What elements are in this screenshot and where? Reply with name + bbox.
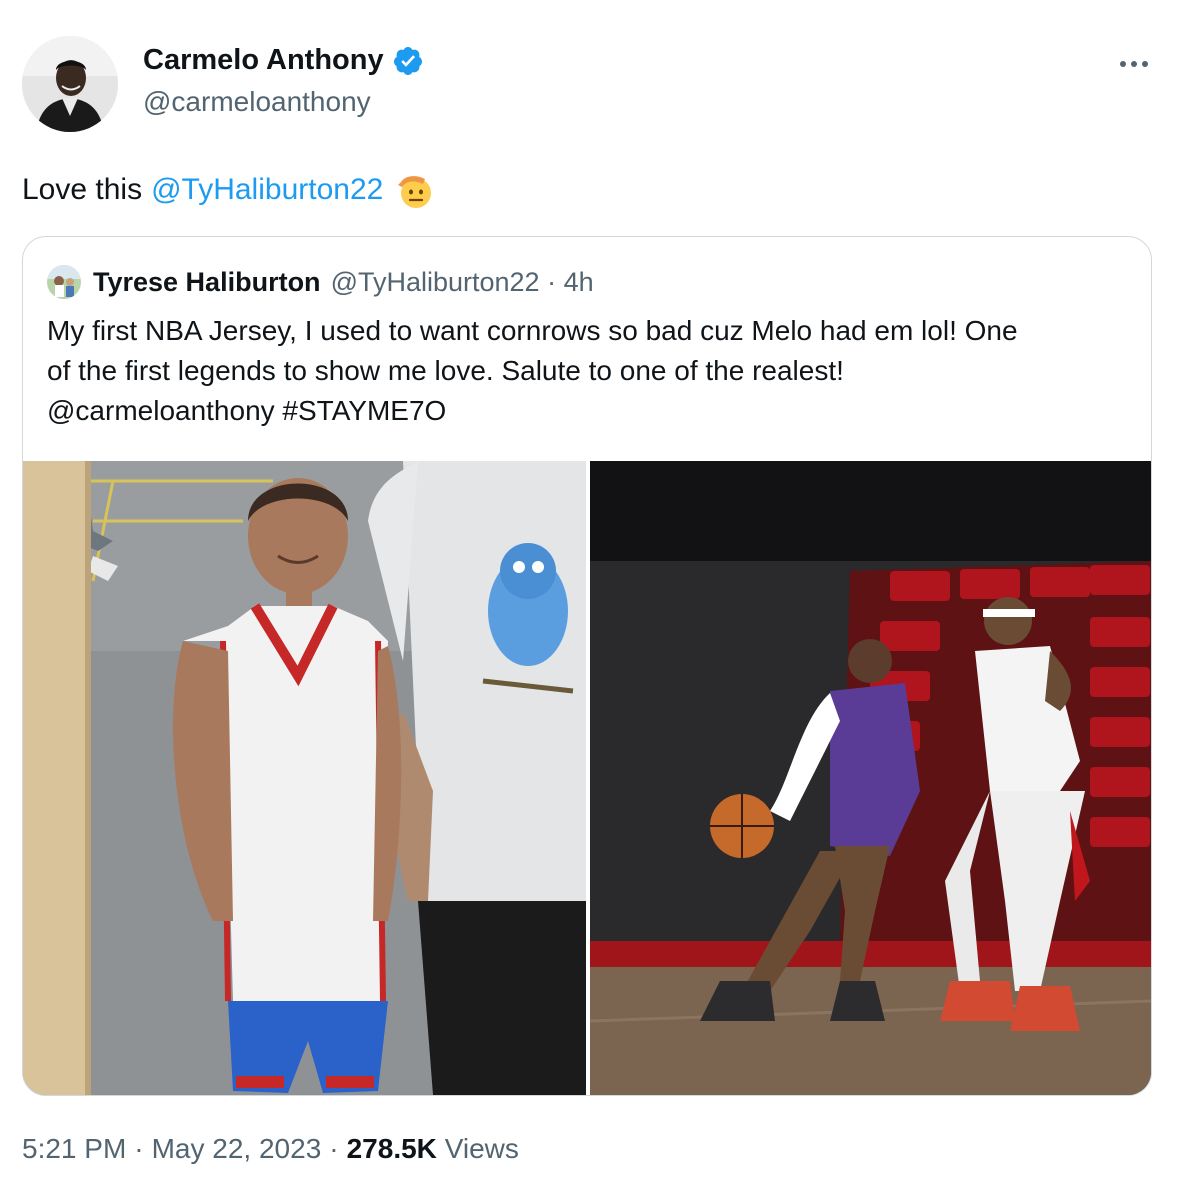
more-horizontal-icon[interactable] bbox=[1115, 50, 1153, 78]
game-action-photo[interactable] bbox=[590, 461, 1151, 1095]
quoted-tweet-card[interactable]: Tyrese Haliburton @TyHaliburton22 · 4h M… bbox=[22, 236, 1152, 1096]
tweet-text-prefix: Love this bbox=[22, 173, 143, 206]
author-avatar[interactable] bbox=[22, 36, 118, 132]
views-count[interactable]: 278.5K bbox=[347, 1133, 437, 1164]
tweet-footer: 5:21 PM · May 22, 2023 · 278.5K Views bbox=[22, 1133, 519, 1165]
quoted-dot-separator: · bbox=[539, 266, 564, 297]
quoted-author-avatar[interactable] bbox=[47, 265, 81, 299]
salute-emoji-icon bbox=[395, 170, 435, 210]
footer-separator: · bbox=[134, 1133, 144, 1164]
views-label: Views bbox=[444, 1133, 519, 1164]
footer-separator: · bbox=[329, 1133, 339, 1164]
author-name-text[interactable]: Carmelo Anthony bbox=[143, 44, 384, 77]
tweet-date[interactable]: May 22, 2023 bbox=[152, 1133, 322, 1164]
verified-badge-icon bbox=[392, 45, 424, 77]
author-handle[interactable]: @carmeloanthony bbox=[143, 86, 371, 118]
quoted-author-name[interactable]: Tyrese Haliburton bbox=[93, 267, 321, 298]
childhood-jersey-photo[interactable] bbox=[23, 461, 586, 1095]
tweet-time[interactable]: 5:21 PM bbox=[22, 1133, 126, 1164]
tweet-text: Love this @TyHaliburton22 bbox=[22, 170, 435, 210]
quoted-tweet-header: Tyrese Haliburton @TyHaliburton22 · 4h bbox=[47, 265, 594, 299]
author-name[interactable]: Carmelo Anthony bbox=[143, 44, 424, 77]
quoted-tweet-time[interactable]: 4h bbox=[564, 267, 594, 298]
quoted-author-handle[interactable]: @TyHaliburton22 bbox=[331, 267, 540, 298]
quoted-tweet-text: My first NBA Jersey, I used to want corn… bbox=[47, 315, 1018, 426]
tweet-mention-link[interactable]: @TyHaliburton22 bbox=[151, 173, 383, 207]
